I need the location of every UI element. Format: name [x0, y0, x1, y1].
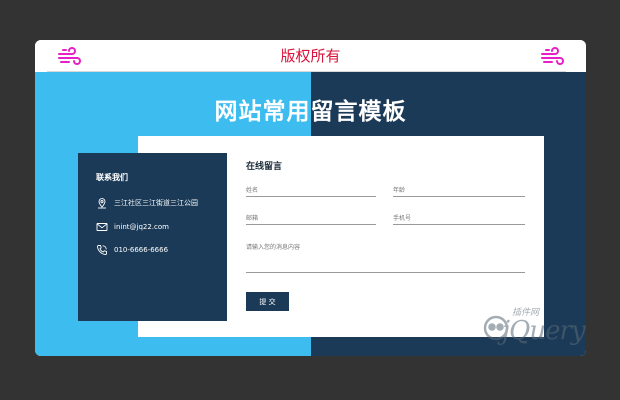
mail-icon: [96, 223, 108, 231]
contact-address-text: 三江社区三江街道三江公园: [114, 199, 198, 207]
phone-input[interactable]: [393, 212, 525, 225]
map-pin-icon: [98, 198, 106, 209]
contact-address: 三江社区三江街道三江公园: [96, 197, 198, 209]
name-input[interactable]: [246, 184, 376, 197]
top-bar: 版权所有: [35, 40, 586, 72]
watermark-text: jQuery: [502, 316, 586, 346]
contact-email: inint@jq22.com: [96, 221, 169, 233]
wind-icon: [541, 47, 564, 65]
copyright-text: 版权所有: [280, 47, 341, 65]
form-title: 在线留言: [246, 162, 283, 172]
email-input[interactable]: [246, 212, 376, 225]
contact-title: 联系我们: [96, 173, 128, 182]
contact-phone: 010-6666-6666: [96, 244, 168, 256]
contact-email-text: inint@jq22.com: [114, 223, 169, 231]
page-title: 网站常用留言模板: [214, 99, 407, 125]
phone-icon: [97, 245, 107, 255]
message-input[interactable]: [246, 242, 525, 273]
contact-phone-text: 010-6666-6666: [114, 246, 169, 254]
contact-panel: 联系我们 三江社区三江街道三江公园 inint@jq22.com 010-666…: [78, 153, 227, 321]
watermark-logo: 插件网 jQuery: [462, 300, 586, 350]
submit-button[interactable]: 提 交: [246, 292, 289, 311]
age-input[interactable]: [393, 184, 525, 197]
